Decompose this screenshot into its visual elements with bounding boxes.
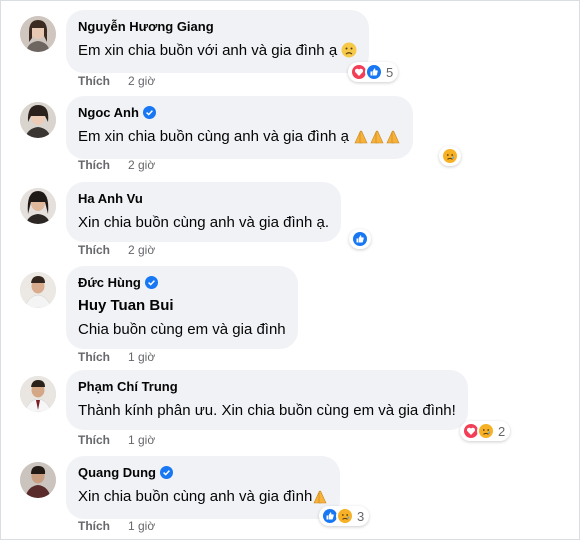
comment-time[interactable]: 2 giờ [128,243,155,257]
commenter-name[interactable]: Ha Anh Vu [78,190,329,207]
verified-badge-icon [144,276,158,289]
like-link[interactable]: Thích [78,433,110,447]
comment-time[interactable]: 1 giờ [128,519,155,533]
comment-time[interactable]: 2 giờ [128,74,155,88]
comment-meta: Thích 2 giờ [78,74,155,88]
comment-meta: Thích 1 giờ [78,519,155,533]
reaction-summary[interactable]: 2 [460,421,511,441]
reaction-count: 2 [498,423,506,439]
reaction-count: 5 [386,64,394,80]
comment-text: Xin chia buồn cùng anh và gia đình ạ. [78,214,330,231]
avatar[interactable] [20,376,56,412]
commenter-name[interactable]: Quang Dung [78,464,328,481]
comment-meta: Thích 2 giờ [78,158,155,172]
comment-bubble: Ha Anh Vu Xin chia buồn cùng anh và gia … [66,182,342,242]
comment-bubble: Đức Hùng Huy Tuan Bui Chia buồn cùng em … [66,266,298,349]
like-link[interactable]: Thích [78,350,110,364]
like-link[interactable]: Thích [78,243,110,257]
like-reaction-icon [351,230,369,248]
like-link[interactable]: Thích [78,519,110,533]
comment-text: Chia buồn cùng em và gia đình [78,321,286,338]
avatar[interactable] [20,272,56,308]
comment-bubble: Quang Dung Xin chia buồn cùng anh và gia… [66,456,341,519]
comment-meta: Thích 1 giờ [78,350,155,364]
reaction-summary[interactable] [439,146,461,166]
comment-text: Em xin chia buồn với anh và gia đình ạ [78,40,357,64]
comment-time[interactable]: 1 giờ [128,433,155,447]
reaction-summary[interactable]: 5 [348,62,399,82]
folded-hands-icon [353,128,401,150]
sad-face-icon [341,42,357,64]
comment-bubble: Nguyễn Hương Giang Em xin chia buồn với … [66,10,370,73]
like-link[interactable]: Thích [78,74,110,88]
avatar[interactable] [20,462,56,498]
comment-text: Thành kính phân ưu. Xin chia buồn cùng e… [78,402,456,419]
commenter-name[interactable]: Ngoc Anh [78,104,401,121]
comment-time[interactable]: 1 giờ [128,350,155,364]
like-reaction-icon [365,63,383,81]
commenter-name[interactable]: Nguyễn Hương Giang [78,18,357,35]
reaction-summary[interactable]: 3 [319,506,370,526]
commenter-name[interactable]: Phạm Chí Trung [78,378,456,395]
comment-text: Em xin chia buồn cùng anh và gia đình ạ [78,126,401,150]
mentioned-user-tag[interactable]: Huy Tuan Bui [78,296,286,316]
top-divider [0,0,580,1]
comment-meta: Thích 2 giờ [78,243,155,257]
avatar[interactable] [20,16,56,52]
verified-badge-icon [142,106,156,119]
commenter-name[interactable]: Đức Hùng [78,274,286,291]
sad-reaction-icon [441,147,459,165]
reaction-summary[interactable] [349,229,371,249]
comment-meta: Thích 1 giờ [78,433,155,447]
comment-time[interactable]: 2 giờ [128,158,155,172]
comment-bubble: Ngoc Anh Em xin chia buồn cùng anh và gi… [66,96,414,159]
comment-text: Xin chia buồn cùng anh và gia đình [78,486,328,510]
sad-reaction-icon [336,507,354,525]
avatar[interactable] [20,102,56,138]
comment-bubble: Phạm Chí Trung Thành kính phân ưu. Xin c… [66,370,468,430]
like-link[interactable]: Thích [78,158,110,172]
sad-reaction-icon [477,422,495,440]
verified-badge-icon [160,466,173,479]
avatar[interactable] [20,188,56,224]
reaction-count: 3 [357,508,365,524]
